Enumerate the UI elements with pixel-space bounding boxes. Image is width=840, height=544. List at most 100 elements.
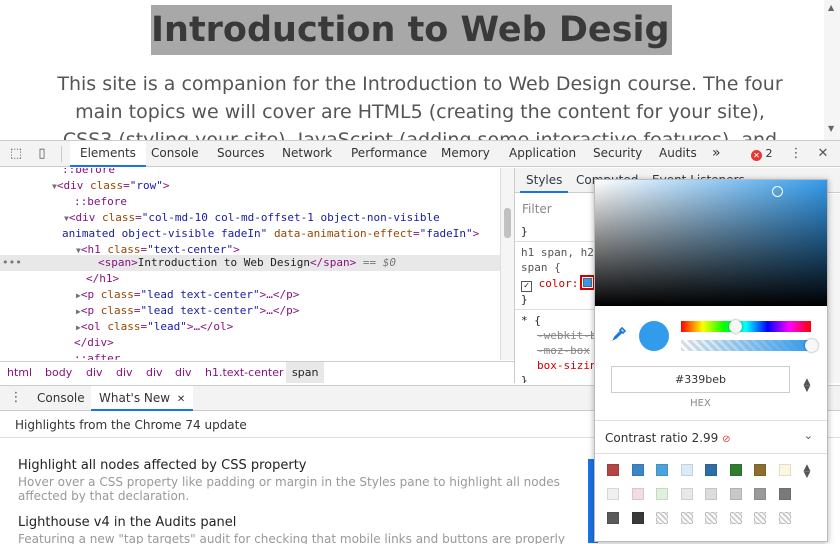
palette-swatch[interactable]	[607, 464, 619, 476]
css-selector-universal[interactable]: * {	[521, 313, 541, 328]
eyedropper-icon[interactable]	[611, 326, 627, 342]
alpha-slider[interactable]	[681, 340, 811, 351]
crumb-div[interactable]: div	[86, 366, 103, 379]
error-counter[interactable]: ✕ 2	[751, 147, 773, 161]
crumb-span[interactable]: span	[286, 362, 325, 383]
palette-swatch[interactable]	[607, 512, 619, 524]
palette-swatch[interactable]	[680, 488, 693, 500]
crumb-div[interactable]: div	[146, 366, 163, 379]
crumb-h1[interactable]: h1.text-center	[205, 366, 284, 379]
css-prop-webkit[interactable]: -webkit-b	[537, 328, 597, 343]
drawer-tab-console[interactable]: Console	[37, 386, 85, 411]
tab-performance[interactable]: Performance	[351, 141, 427, 167]
crumb-div[interactable]: div	[175, 366, 192, 379]
css-selector[interactable]: h1 span, h2	[521, 245, 594, 260]
page-scrollbar[interactable]: ▲ ▼	[824, 0, 840, 140]
scroll-up-icon[interactable]: ▲	[828, 3, 834, 12]
dom-node-continuation[interactable]: animated object-visible fadeIn" data-ani…	[62, 226, 479, 242]
css-color-declaration[interactable]: ✓ color:	[521, 276, 579, 292]
tab-styles[interactable]: Styles	[520, 168, 569, 193]
more-tabs-icon[interactable]: »	[712, 141, 721, 167]
hue-slider[interactable]	[681, 321, 811, 332]
palette-swatch[interactable]	[656, 464, 668, 476]
feature-title[interactable]: Highlight all nodes affected by CSS prop…	[18, 457, 578, 475]
elements-scrollbar[interactable]	[500, 168, 514, 360]
dom-node[interactable]: ::before	[74, 194, 127, 210]
palette-swatch[interactable]	[656, 512, 668, 524]
palette-swatch[interactable]	[607, 488, 619, 500]
palette-swatch[interactable]	[680, 464, 693, 476]
tab-application[interactable]: Application	[509, 141, 576, 167]
format-toggle-icon[interactable]: ▲ ▼	[801, 378, 813, 394]
format-label: HEX	[690, 398, 711, 409]
palette-swatch[interactable]	[778, 488, 791, 500]
close-tab-icon[interactable]: ✕	[177, 394, 185, 405]
dom-node[interactable]: </div>	[74, 335, 114, 351]
kebab-menu-icon[interactable]: ⋮	[787, 145, 805, 163]
crumb-html[interactable]: html	[7, 366, 32, 379]
crumb-body[interactable]: body	[45, 366, 72, 379]
device-toggle-icon[interactable]: ▯	[33, 145, 51, 163]
close-devtools-icon[interactable]: ✕	[814, 145, 832, 163]
drawer-tab-whats-new[interactable]: What's New ✕	[91, 386, 194, 411]
feature-item[interactable]: Highlight all nodes affected by CSS prop…	[18, 457, 578, 503]
dom-node-div-col[interactable]: ▼<div class="col-md-10 col-md-offset-1 o…	[64, 210, 440, 226]
dom-node-div-row[interactable]: ▼<div class="row">	[52, 178, 169, 194]
palette-swatch[interactable]	[729, 488, 742, 500]
css-prop-moz[interactable]: -moz-box	[537, 343, 590, 358]
styles-filter-input[interactable]: Filter	[522, 202, 592, 216]
drawer-menu-icon[interactable]: ⋮	[7, 389, 25, 407]
palette-swatch[interactable]	[680, 512, 693, 524]
saturation-value-area[interactable]	[595, 180, 827, 306]
tab-sources[interactable]: Sources	[217, 141, 264, 167]
crumb-div[interactable]: div	[116, 366, 133, 379]
palette-toggle-icon[interactable]: ▲ ▼	[801, 464, 813, 480]
declaration-checkbox[interactable]: ✓	[521, 281, 532, 292]
dom-node[interactable]: </h1>	[86, 271, 119, 287]
tab-elements[interactable]: Elements	[70, 141, 146, 167]
palette-swatch[interactable]	[705, 512, 717, 524]
dom-node-p[interactable]: ▶<p class="lead text-center">…</p>	[76, 303, 299, 319]
alpha-slider-handle[interactable]	[805, 339, 818, 352]
dom-node-p[interactable]: ▶<p class="lead text-center">…</p>	[76, 287, 299, 303]
dom-node-ol[interactable]: ▶<ol class="lead">…</ol>	[76, 319, 233, 335]
feature-desc: Featuring a new "tap targets" audit for …	[18, 532, 565, 544]
palette-swatch[interactable]	[729, 464, 742, 476]
css-prop-box-sizing[interactable]: box-sizin	[537, 358, 597, 373]
hex-input[interactable]: #339beb	[611, 366, 790, 393]
palette-swatch[interactable]	[631, 464, 644, 476]
dom-node-span-selected[interactable]: <span>Introduction to Web Design</span> …	[98, 255, 396, 271]
feature-item[interactable]: Lighthouse v4 in the Audits panel Featur…	[18, 514, 578, 544]
palette-swatch[interactable]	[631, 488, 644, 500]
hue-slider-handle[interactable]	[729, 320, 742, 333]
palette-swatch[interactable]	[778, 464, 791, 476]
palette-swatch[interactable]	[754, 512, 766, 524]
scroll-down-icon[interactable]: ▼	[828, 124, 834, 133]
dom-node[interactable]: ::after	[74, 351, 120, 360]
contrast-ratio-row[interactable]: Contrast ratio 2.99 ⊘ ⌄	[595, 420, 827, 454]
css-selector-cont[interactable]: span {	[521, 260, 561, 275]
color-swatch[interactable]	[580, 275, 595, 290]
palette-swatch[interactable]	[754, 464, 766, 476]
palette-swatch[interactable]	[705, 464, 717, 476]
scrollbar-thumb[interactable]	[504, 208, 511, 238]
palette-swatch[interactable]	[778, 512, 791, 524]
palette-swatch[interactable]	[656, 488, 668, 500]
tab-console[interactable]: Console	[151, 141, 199, 167]
chevron-down-icon[interactable]: ⌄	[804, 429, 813, 442]
tab-memory[interactable]: Memory	[441, 141, 490, 167]
styles-scrollbar[interactable]	[826, 194, 840, 383]
palette-swatch[interactable]	[754, 488, 766, 500]
tab-network[interactable]: Network	[282, 141, 332, 167]
node-ellipsis-icon[interactable]: •••	[2, 255, 22, 271]
sv-handle[interactable]	[772, 186, 783, 197]
css-prop-color[interactable]: color:	[539, 277, 579, 290]
tab-security[interactable]: Security	[593, 141, 642, 167]
dom-node[interactable]: ::before	[62, 168, 115, 178]
palette-swatch[interactable]	[631, 512, 644, 524]
tab-audits[interactable]: Audits	[659, 141, 697, 167]
feature-title[interactable]: Lighthouse v4 in the Audits panel	[18, 514, 578, 532]
inspect-icon[interactable]: ⬚	[7, 145, 25, 163]
palette-swatch[interactable]	[705, 488, 717, 500]
palette-swatch[interactable]	[729, 512, 742, 524]
